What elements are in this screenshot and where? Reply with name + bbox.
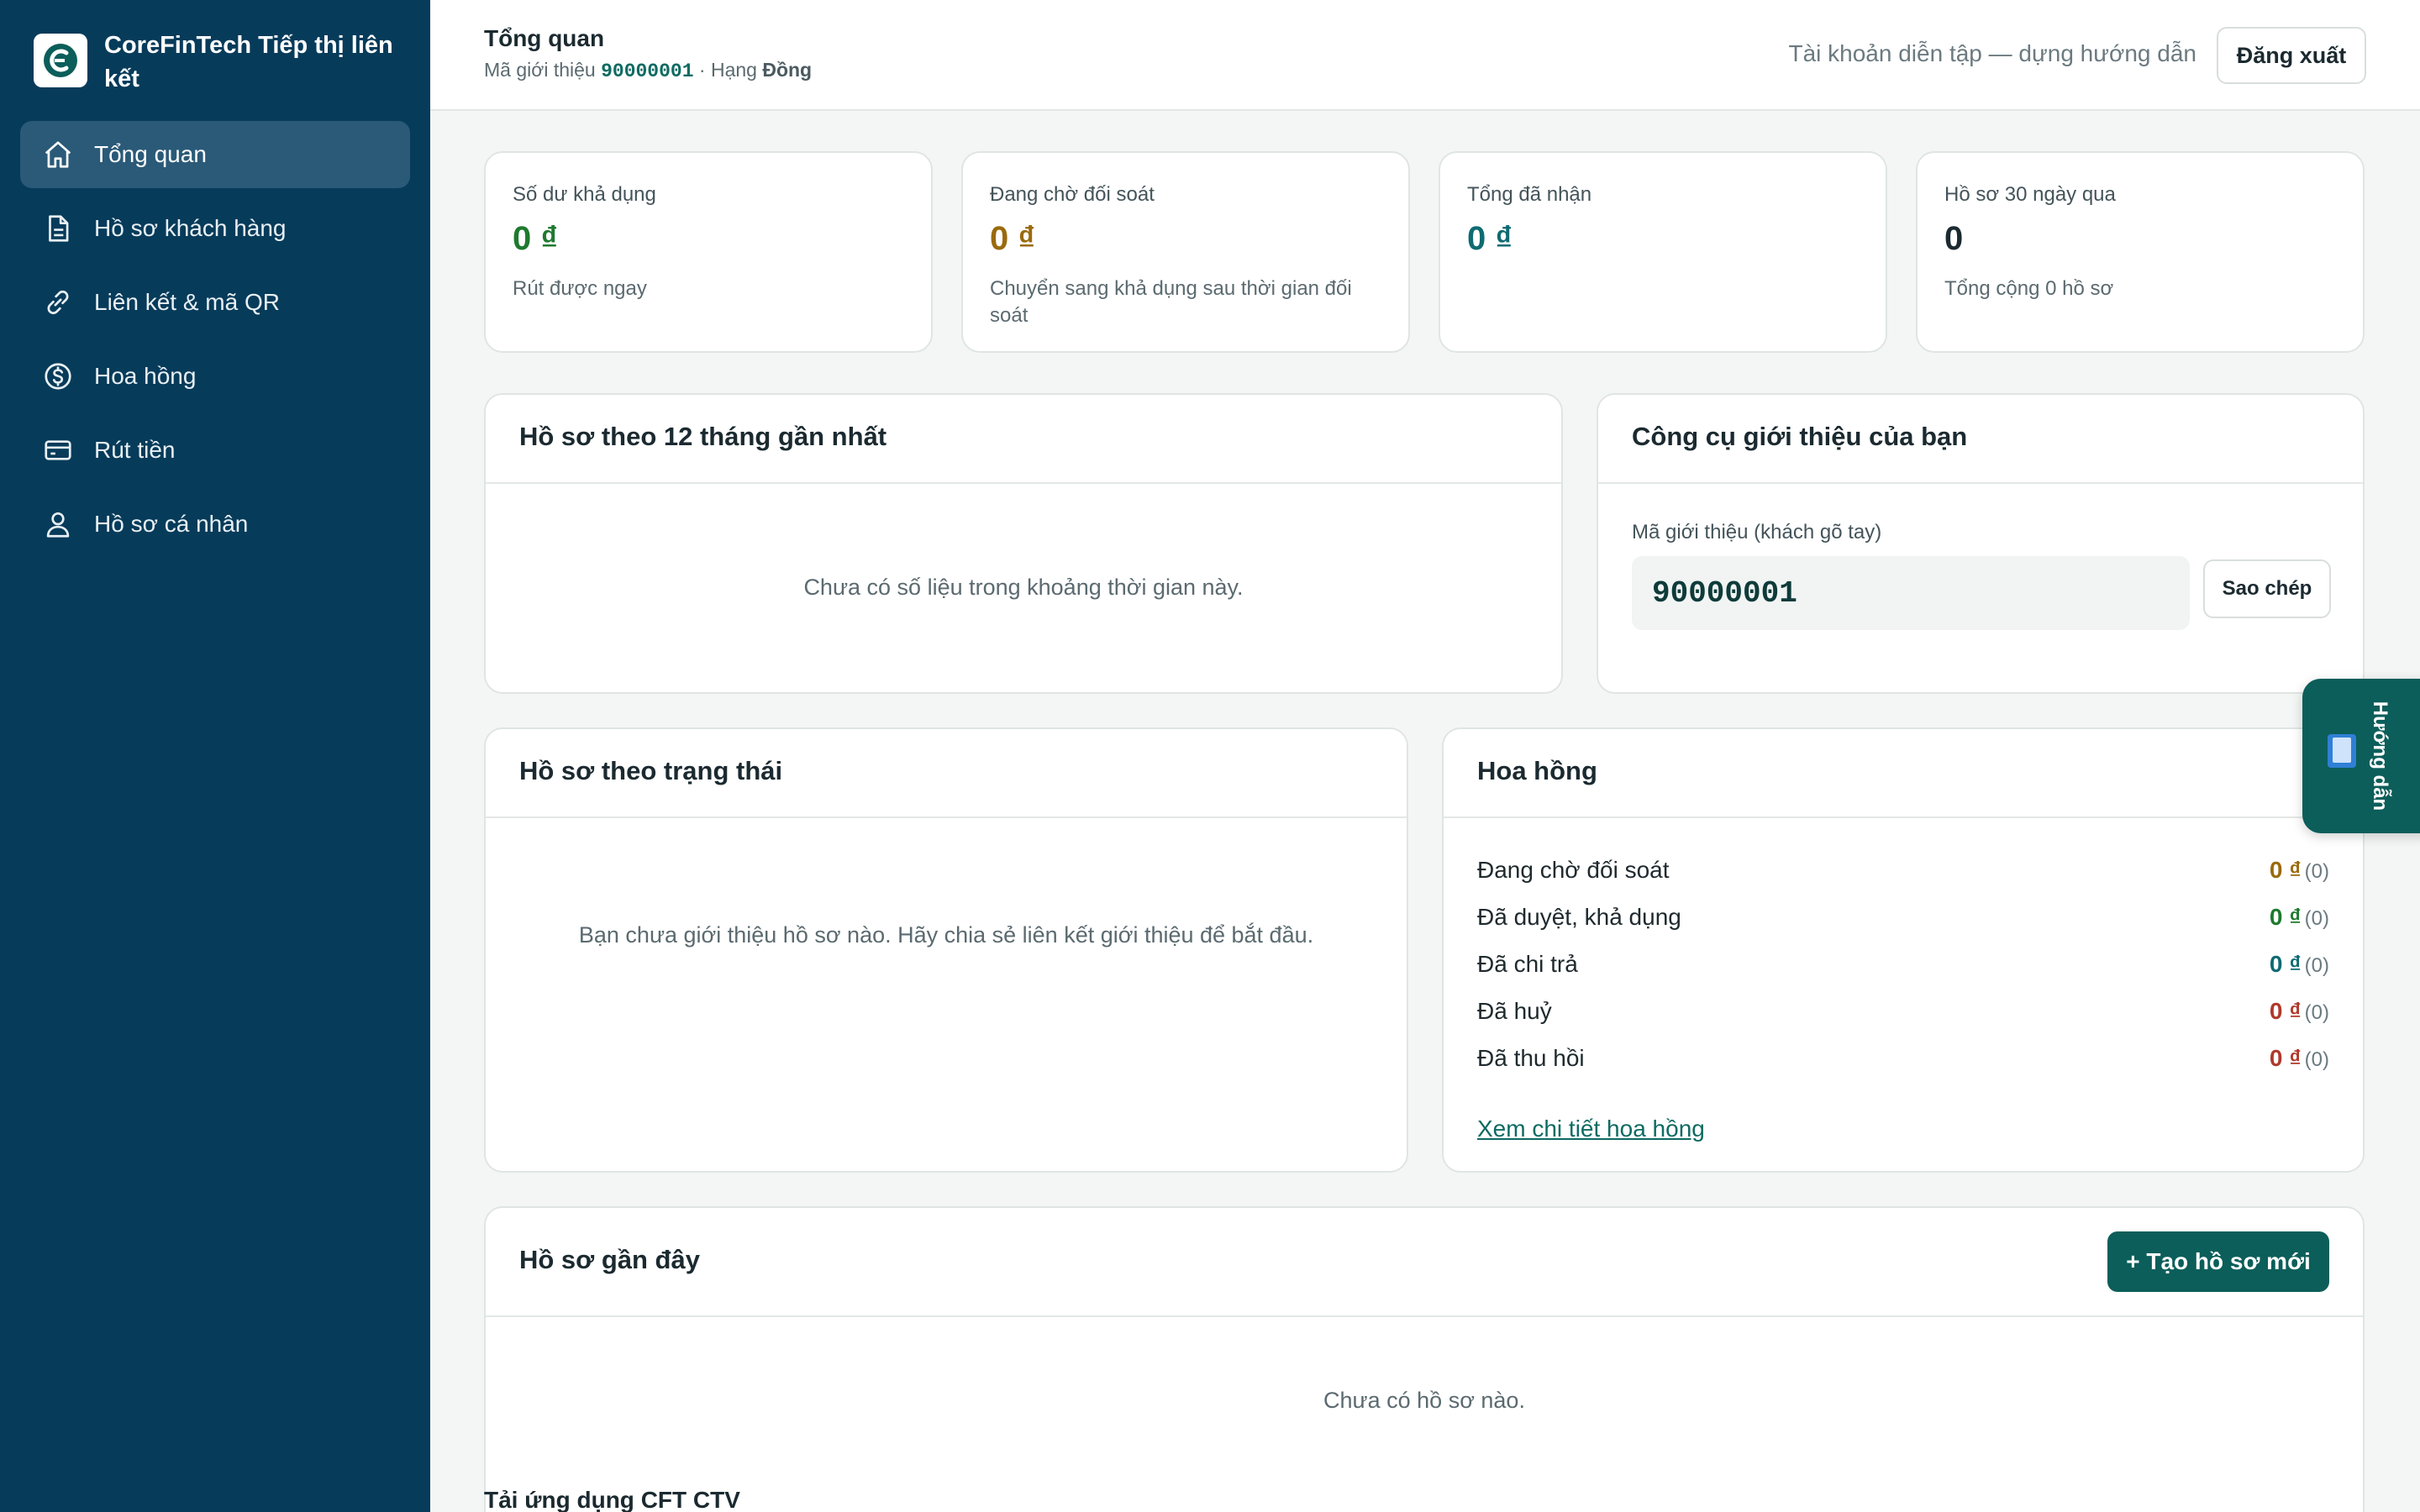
sidebar-item-personal-profile[interactable]: Hồ sơ cá nhân xyxy=(20,491,410,558)
brand-name: CoreFinTech Tiếp thị liên kết xyxy=(104,32,393,92)
referral-summary: Mã giới thiệu 90000001 · Hạng Đồng xyxy=(484,59,812,82)
stat-card-pending-reconciliation: Đang chờ đối soát 0 ₫ Chuyển sang khả dụ… xyxy=(961,151,1410,353)
brand-logo-icon xyxy=(34,34,87,87)
panel-title: Hồ sơ theo trạng thái xyxy=(519,756,783,785)
panel-title: Công cụ giới thiệu của bạn xyxy=(1632,422,1968,451)
rank-value: Đồng xyxy=(762,59,813,81)
monthly-profiles-panel: Hồ sơ theo 12 tháng gần nhất Chưa có số … xyxy=(484,393,1563,694)
sidebar-item-label: Hồ sơ cá nhân xyxy=(94,511,249,537)
panel-header: Hoa hồng xyxy=(1444,729,2363,818)
logout-button[interactable]: Đăng xuất xyxy=(2217,27,2366,84)
commission-amount: 0 ₫ xyxy=(2269,998,2302,1024)
guide-tab[interactable]: Hướng dẫn xyxy=(2302,679,2420,833)
commission-count: (0) xyxy=(2304,954,2329,977)
sidebar-item-commission[interactable]: Hoa hồng xyxy=(20,343,410,410)
stat-value: 0 ₫ xyxy=(513,220,558,257)
copy-button[interactable]: Sao chép xyxy=(2203,559,2331,618)
sidebar-nav: Tổng quan Hồ sơ khách hàng Liên kết & mã… xyxy=(20,121,410,564)
document-icon xyxy=(49,215,69,242)
page-title: Tổng quan xyxy=(484,25,605,51)
credit-card-icon xyxy=(45,440,71,460)
commission-label: Đã huỷ xyxy=(1477,998,1552,1024)
empty-message: Chưa có số liệu trong khoảng thời gian n… xyxy=(803,575,1244,600)
sidebar-item-overview[interactable]: Tổng quan xyxy=(20,121,410,188)
empty-message: Bạn chưa giới thiệu hồ sơ nào. Hãy chia … xyxy=(578,922,1314,948)
commission-label: Đã chi trả xyxy=(1477,951,1578,977)
guide-label: Hướng dẫn xyxy=(2369,701,2391,811)
profiles-by-status-panel: Hồ sơ theo trạng thái Bạn chưa giới thiệ… xyxy=(484,727,1408,1173)
sidebar-item-label: Tổng quan xyxy=(94,141,207,167)
stat-card-total-received: Tổng đã nhận 0 ₫ xyxy=(1439,151,1887,353)
commission-row-pending: Đang chờ đối soát 0 ₫ (0) xyxy=(1477,853,2329,887)
commission-amount: 0 ₫ xyxy=(2269,1045,2302,1071)
stat-note: Chuyển sang khả dụng sau thời gian đối s… xyxy=(990,277,1352,327)
commission-amount: 0 ₫ xyxy=(2269,857,2302,883)
home-icon xyxy=(45,141,71,168)
stat-label: Số dư khả dụng xyxy=(513,183,656,206)
stat-card-profiles-30-days: Hồ sơ 30 ngày qua 0 Tổng cộng 0 hồ sơ xyxy=(1916,151,2365,353)
sidebar-item-links-qr[interactable]: Liên kết & mã QR xyxy=(20,269,410,336)
referral-code-input[interactable] xyxy=(1632,556,2190,630)
sidebar-item-label: Hồ sơ khách hàng xyxy=(94,215,287,241)
app-download-title: Tải ứng dụng CFT CTV xyxy=(484,1487,740,1512)
sidebar-item-label: Liên kết & mã QR xyxy=(94,289,280,315)
book-icon xyxy=(2328,734,2356,768)
commission-amount: 0 ₫ xyxy=(2269,951,2302,977)
link-icon xyxy=(47,290,69,315)
stat-label: Đang chờ đối soát xyxy=(990,183,1155,206)
create-profile-button[interactable]: + Tạo hồ sơ mới xyxy=(2107,1231,2329,1292)
stat-value: 0 ₫ xyxy=(990,220,1035,257)
sidebar-item-customer-profiles[interactable]: Hồ sơ khách hàng xyxy=(20,195,410,262)
stat-card-available-balance: Số dư khả dụng 0 ₫ Rút được ngay xyxy=(484,151,933,353)
commission-amount: 0 ₫ xyxy=(2269,904,2302,930)
empty-message: Chưa có hồ sơ nào. xyxy=(1323,1388,1525,1413)
commission-count: (0) xyxy=(2304,860,2329,883)
commission-count: (0) xyxy=(2304,1048,2329,1071)
commission-label: Đã duyệt, khả dụng xyxy=(1477,904,1681,930)
sidebar-item-label: Rút tiền xyxy=(94,437,176,463)
panel-title: Hồ sơ gần đây xyxy=(519,1245,700,1274)
panel-header: Công cụ giới thiệu của bạn xyxy=(1598,395,2363,484)
referral-code: 90000001 xyxy=(601,60,694,82)
commission-row-approved: Đã duyệt, khả dụng 0 ₫ (0) xyxy=(1477,900,2329,934)
sidebar: CoreFinTech Tiếp thị liên kết Tổng quan … xyxy=(0,0,430,1512)
commission-label: Đã thu hồi xyxy=(1477,1045,1585,1071)
panel-header: Hồ sơ theo trạng thái xyxy=(486,729,1407,818)
stat-value: 0 xyxy=(1944,220,1964,257)
stat-label: Tổng đã nhận xyxy=(1467,183,1592,206)
top-header: Tổng quan Mã giới thiệu 90000001 · Hạng … xyxy=(430,0,2420,111)
stat-value: 0 ₫ xyxy=(1467,220,1512,257)
commission-row-revoked: Đã thu hồi 0 ₫ (0) xyxy=(1477,1042,2329,1075)
stat-note: Tổng cộng 0 hồ sơ xyxy=(1944,277,2114,300)
panel-header: Hồ sơ gần đây + Tạo hồ sơ mới xyxy=(486,1208,2363,1317)
referral-code-label: Mã giới thiệu (khách gõ tay) xyxy=(1632,521,1882,543)
stat-note: Rút được ngay xyxy=(513,277,647,300)
user-icon xyxy=(46,512,70,538)
commission-detail-link[interactable]: Xem chi tiết hoa hồng xyxy=(1477,1116,1705,1142)
sidebar-item-label: Hoa hồng xyxy=(94,363,197,389)
brand[interactable]: CoreFinTech Tiếp thị liên kết xyxy=(34,29,412,96)
sidebar-item-withdraw[interactable]: Rút tiền xyxy=(20,417,410,484)
commission-row-paid: Đã chi trả 0 ₫ (0) xyxy=(1477,948,2329,981)
rank-prefix: · Hạng xyxy=(698,59,757,81)
referral-code-prefix: Mã giới thiệu xyxy=(484,59,596,81)
stat-label: Hồ sơ 30 ngày qua xyxy=(1944,183,2116,206)
commission-count: (0) xyxy=(2304,907,2329,930)
commission-label: Đang chờ đối soát xyxy=(1477,857,1670,883)
panel-title: Hoa hồng xyxy=(1477,756,1597,785)
commission-count: (0) xyxy=(2304,1001,2329,1024)
recent-profiles-panel: Hồ sơ gần đây + Tạo hồ sơ mới Chưa có hồ… xyxy=(484,1206,2365,1512)
commission-panel: Hoa hồng Đang chờ đối soát 0 ₫ (0) Đã duy… xyxy=(1442,727,2365,1173)
dollar-circle-icon xyxy=(45,363,71,390)
demo-account-note: Tài khoản diễn tập — dựng hướng dẫn xyxy=(1788,40,2196,66)
commission-row-cancelled: Đã huỷ 0 ₫ (0) xyxy=(1477,995,2329,1028)
panel-title: Hồ sơ theo 12 tháng gần nhất xyxy=(519,422,887,451)
panel-header: Hồ sơ theo 12 tháng gần nhất xyxy=(486,395,1561,484)
referral-tools-panel: Công cụ giới thiệu của bạn Mã giới thiệu… xyxy=(1597,393,2365,694)
